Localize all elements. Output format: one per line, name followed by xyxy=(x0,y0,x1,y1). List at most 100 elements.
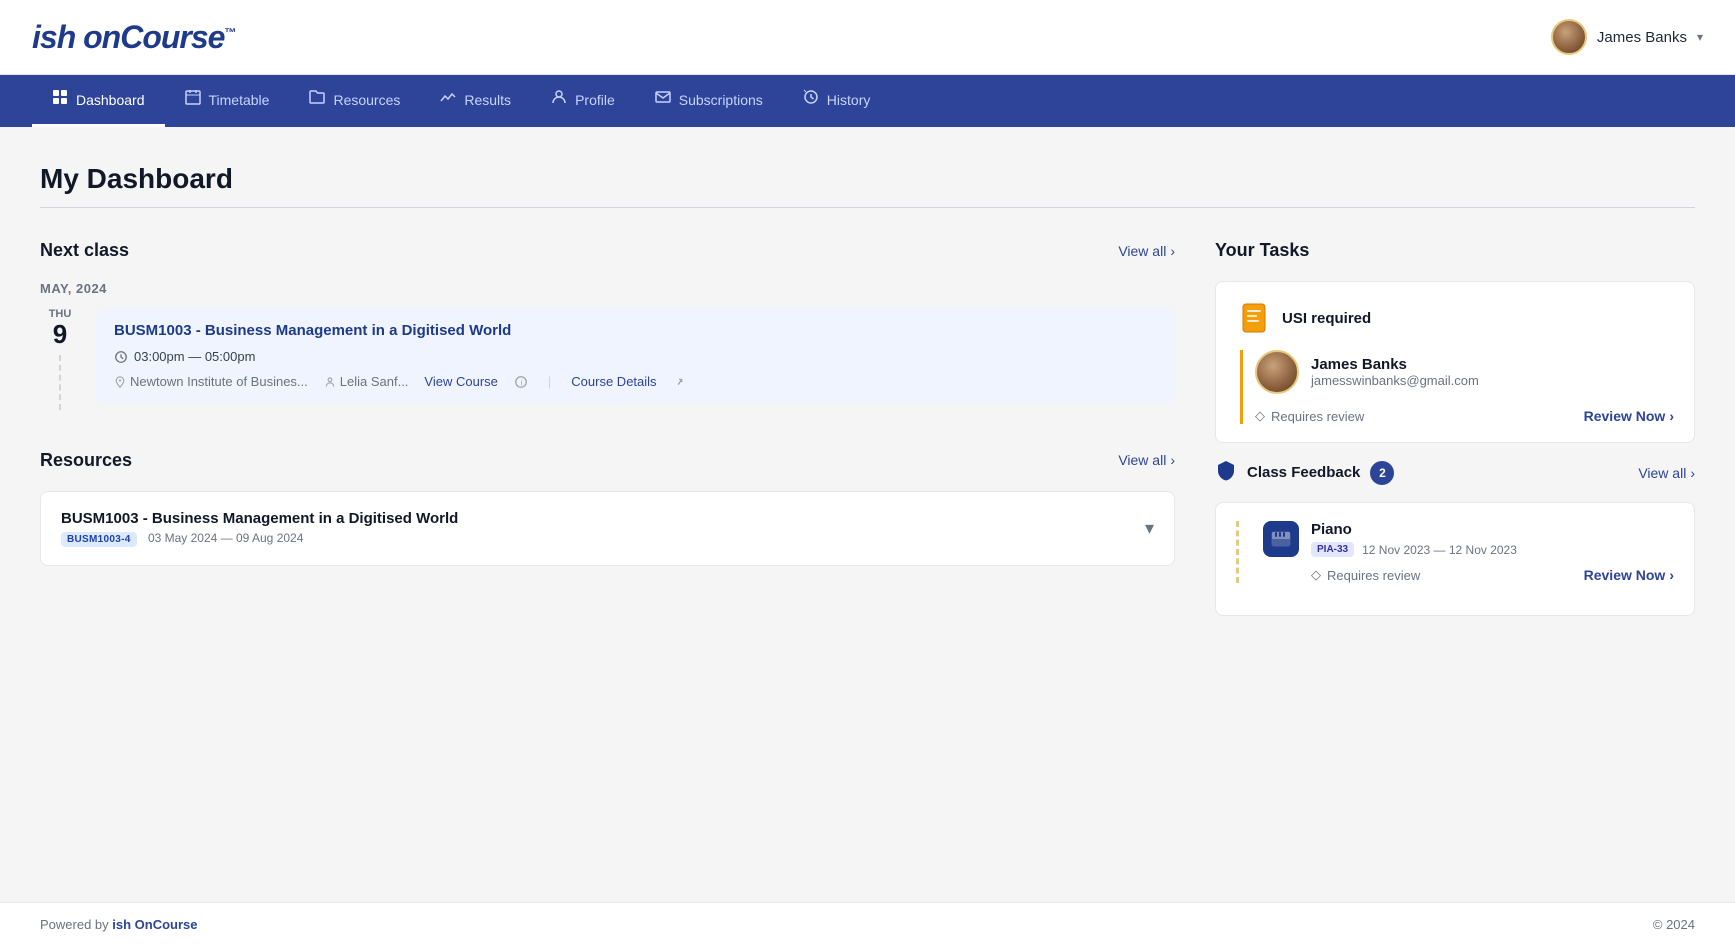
resource-badge: BUSM1003-4 xyxy=(61,532,137,547)
nav-resources[interactable]: Resources xyxy=(289,75,420,127)
dashboard-grid: Next class View all › MAY, 2024 THU 9 BU… xyxy=(40,240,1695,616)
resource-expand-button[interactable]: ▾ xyxy=(1145,518,1154,539)
chevron-right-icon-fb: › xyxy=(1690,465,1695,481)
nav-history[interactable]: History xyxy=(783,75,891,127)
class-row: THU 9 BUSM1003 - Business Management in … xyxy=(40,308,1175,410)
main-content: My Dashboard Next class View all › MAY, … xyxy=(0,127,1735,652)
next-class-section-header: Next class View all › xyxy=(40,240,1175,261)
chevron-down-icon: ▾ xyxy=(1697,30,1703,44)
person-icon xyxy=(324,376,336,388)
footer-brand: ish OnCourse xyxy=(112,917,197,932)
right-column: Your Tasks USI required xyxy=(1215,240,1695,616)
nav-dashboard-label: Dashboard xyxy=(76,92,145,108)
piano-footer: ◇ Requires review Review Now › xyxy=(1311,567,1674,583)
usi-user-email: jamesswinbanks@gmail.com xyxy=(1311,373,1479,388)
view-course-link[interactable]: View Course xyxy=(424,374,497,389)
day-number: THU 9 xyxy=(40,308,80,410)
logo[interactable]: ish onCourse™ xyxy=(32,19,235,56)
feedback-view-all[interactable]: View all › xyxy=(1638,465,1695,481)
user-name: James Banks xyxy=(1597,29,1687,46)
nav-subscriptions-label: Subscriptions xyxy=(679,92,763,108)
resource-card: BUSM1003 - Business Management in a Digi… xyxy=(40,491,1175,566)
usi-user-row: James Banks jamesswinbanks@gmail.com xyxy=(1255,350,1674,394)
history-icon xyxy=(803,89,819,110)
feedback-count-badge: 2 xyxy=(1370,461,1394,485)
nav-dashboard[interactable]: Dashboard xyxy=(32,75,165,127)
usi-task-body: James Banks jamesswinbanks@gmail.com ◇ R… xyxy=(1240,350,1674,424)
usi-requires-review: ◇ Requires review xyxy=(1255,408,1364,424)
page-title: My Dashboard xyxy=(40,163,1695,195)
subscriptions-icon xyxy=(655,89,671,110)
class-card: BUSM1003 - Business Management in a Digi… xyxy=(96,308,1175,403)
nav-results-label: Results xyxy=(464,92,511,108)
footer-copyright: © 2024 xyxy=(1653,917,1695,932)
timetable-icon xyxy=(185,89,201,110)
user-avatar xyxy=(1551,19,1587,55)
usi-task-card: USI required James Banks jamesswinbanks@… xyxy=(1215,281,1695,443)
clock-icon xyxy=(114,350,128,364)
feedback-section-header: Class Feedback 2 View all › xyxy=(1215,459,1695,486)
chevron-right-icon-piano: › xyxy=(1669,567,1674,583)
feedback-title-group: Class Feedback 2 xyxy=(1215,459,1394,486)
top-header: ish onCourse™ James Banks ▾ xyxy=(0,0,1735,75)
usi-icon xyxy=(1236,300,1272,336)
piano-info: Piano PIA-33 12 Nov 2023 — 12 Nov 2023 ◇… xyxy=(1311,521,1674,583)
profile-icon xyxy=(551,89,567,110)
chevron-right-icon: › xyxy=(1170,243,1175,259)
next-class-view-all[interactable]: View all › xyxy=(1118,243,1175,259)
location-icon xyxy=(114,376,126,388)
usi-task-footer: ◇ Requires review Review Now › xyxy=(1255,408,1674,424)
nav-timetable-label: Timetable xyxy=(209,92,270,108)
usi-task-type: USI required xyxy=(1282,310,1371,327)
shield-icon xyxy=(1215,459,1237,486)
resources-icon xyxy=(309,89,325,110)
user-menu[interactable]: James Banks ▾ xyxy=(1551,19,1703,55)
nav-timetable[interactable]: Timetable xyxy=(165,75,290,127)
class-meta: Newtown Institute of Busines... Lelia Sa… xyxy=(114,374,1157,389)
results-icon xyxy=(440,89,456,110)
piano-task-card: Piano PIA-33 12 Nov 2023 — 12 Nov 2023 ◇… xyxy=(1215,502,1695,616)
resources-title: Resources xyxy=(40,450,132,471)
usi-user-name: James Banks xyxy=(1311,356,1479,373)
dashboard-icon xyxy=(52,89,68,110)
piano-card: Piano PIA-33 12 Nov 2023 — 12 Nov 2023 ◇… xyxy=(1236,521,1674,597)
nav-history-label: History xyxy=(827,92,871,108)
chevron-right-icon-res: › xyxy=(1170,452,1175,468)
resource-date: BUSM1003-4 03 May 2024 — 09 Aug 2024 xyxy=(61,531,458,547)
nav-results[interactable]: Results xyxy=(420,75,531,127)
usi-user-avatar xyxy=(1255,350,1299,394)
title-divider xyxy=(40,207,1695,208)
usi-review-now-link[interactable]: Review Now › xyxy=(1584,408,1674,424)
svg-text:i: i xyxy=(520,378,522,387)
nav-bar: Dashboard Timetable Resources Results Pr… xyxy=(0,75,1735,127)
day-line xyxy=(59,355,61,410)
piano-meta: PIA-33 12 Nov 2023 — 12 Nov 2023 xyxy=(1311,542,1674,557)
resource-title: BUSM1003 - Business Management in a Digi… xyxy=(61,510,458,527)
class-time: 03:00pm — 05:00pm xyxy=(114,349,1157,364)
piano-course-badge: PIA-33 xyxy=(1311,542,1354,557)
next-class-title: Next class xyxy=(40,240,129,261)
location-item: Newtown Institute of Busines... xyxy=(114,374,308,389)
date-label: MAY, 2024 xyxy=(40,281,1175,296)
piano-review-now-link[interactable]: Review Now › xyxy=(1584,567,1674,583)
piano-icon xyxy=(1263,521,1299,557)
nav-subscriptions[interactable]: Subscriptions xyxy=(635,75,783,127)
tasks-title: Your Tasks xyxy=(1215,240,1695,261)
next-class-content: MAY, 2024 THU 9 BUSM1003 - Business Mana… xyxy=(40,281,1175,410)
nav-resources-label: Resources xyxy=(333,92,400,108)
day-num: 9 xyxy=(53,320,67,349)
chevron-right-icon-usi: › xyxy=(1669,408,1674,424)
resources-view-all[interactable]: View all › xyxy=(1118,452,1175,468)
usi-task-header: USI required xyxy=(1236,300,1674,336)
link-icon xyxy=(673,375,687,389)
usi-user-info: James Banks jamesswinbanks@gmail.com xyxy=(1311,356,1479,388)
class-name: BUSM1003 - Business Management in a Digi… xyxy=(114,322,1157,339)
page-footer: Powered by ish OnCourse © 2024 xyxy=(0,902,1735,946)
feedback-title: Class Feedback xyxy=(1247,464,1360,481)
course-details-link[interactable]: Course Details xyxy=(571,374,656,389)
resources-section-header: Resources View all › xyxy=(40,450,1175,471)
nav-profile[interactable]: Profile xyxy=(531,75,635,127)
piano-dashed-line xyxy=(1236,521,1239,583)
nav-profile-label: Profile xyxy=(575,92,615,108)
instructor-item: Lelia Sanf... xyxy=(324,374,409,389)
